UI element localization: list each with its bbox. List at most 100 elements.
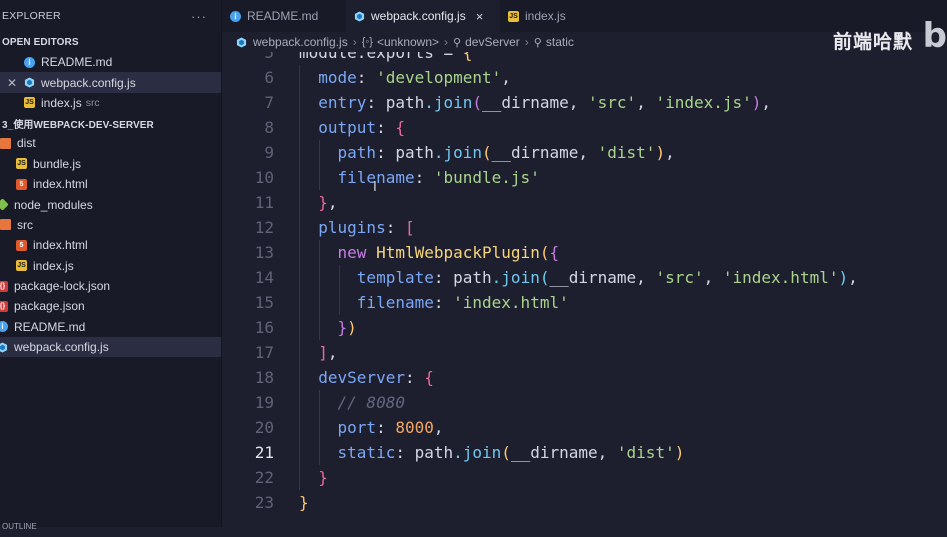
webpack-icon xyxy=(0,342,8,353)
code-token: path xyxy=(337,143,377,162)
chevron-right-icon: › xyxy=(444,35,449,49)
code-token: ) xyxy=(674,443,685,462)
code-token: 'src' xyxy=(588,93,637,112)
tab-close-icon[interactable]: × xyxy=(476,9,484,24)
tree-item[interactable]: node_modules xyxy=(0,194,221,214)
tab-label: index.js xyxy=(525,9,566,23)
code-token: , xyxy=(501,68,511,87)
code-token: ) xyxy=(347,318,357,337)
tree-item[interactable]: JS bundle.js xyxy=(0,154,221,174)
wrench-icon: ⚲ xyxy=(533,36,542,49)
tree-item[interactable]: i README.md xyxy=(0,317,221,337)
code-token: : xyxy=(366,93,386,112)
code-token: 'dist' xyxy=(616,443,675,462)
code-editor[interactable]: 5 module.exports = {6 mode: 'development'… xyxy=(222,52,947,527)
breadcrumb-item[interactable]: webpack.config.js xyxy=(253,35,348,49)
code-token: ( xyxy=(472,93,483,112)
tree-item[interactable]: dist xyxy=(0,133,221,153)
breadcrumb-item[interactable]: static xyxy=(546,35,574,49)
code-token: , xyxy=(433,418,444,437)
project-section[interactable]: 3_使用WEBPACK-DEV-SERVER xyxy=(0,113,221,133)
tree-item[interactable]: JS index.js xyxy=(0,256,221,276)
code-text: mode: 'development', xyxy=(299,65,511,90)
more-actions-icon[interactable]: ··· xyxy=(191,9,207,24)
code-token: , xyxy=(327,343,338,362)
tree-item[interactable]: {} package.json xyxy=(0,296,221,316)
bilibili-logo: b xyxy=(922,16,947,56)
open-editor-item[interactable]: JS index.js src xyxy=(0,93,221,113)
text-cursor-icon: Ι xyxy=(373,180,377,195)
tree-item[interactable]: src xyxy=(0,215,221,235)
chevron-right-icon: › xyxy=(352,35,357,49)
code-token: path xyxy=(453,268,492,287)
code-token: 'index.js' xyxy=(655,93,752,112)
tab-webpack-config-js[interactable]: webpack.config.js × xyxy=(346,0,500,32)
code-token: . xyxy=(356,52,367,62)
tree-item[interactable]: webpack.config.js xyxy=(0,337,221,358)
line-number: 23 xyxy=(254,493,274,512)
open-editors-section[interactable]: OPEN EDITORS xyxy=(0,32,221,52)
tree-item-label: src xyxy=(17,217,33,232)
code-token: ) xyxy=(751,93,762,112)
line-number: 19 xyxy=(254,393,274,412)
code-token: , xyxy=(703,268,723,287)
line-number: 7 xyxy=(264,93,274,112)
code-text: }) xyxy=(299,315,357,340)
code-token: . xyxy=(453,443,463,462)
folder-icon xyxy=(0,219,11,231)
code-token: { xyxy=(395,118,405,137)
line-number: 13 xyxy=(254,243,274,262)
code-token: 'src' xyxy=(655,268,704,287)
line-number: 11 xyxy=(254,193,274,212)
code-token: __dirname xyxy=(510,443,598,462)
tree-item[interactable]: 5 index.html xyxy=(0,235,221,255)
info-icon: i xyxy=(0,321,8,333)
code-text: entry: path.join(__dirname, 'src', 'inde… xyxy=(299,90,771,115)
code-token: : xyxy=(376,418,396,437)
breadcrumb-item[interactable]: <unknown> xyxy=(377,35,439,49)
code-token: 'index.html' xyxy=(722,268,839,287)
code-token: mode xyxy=(318,68,357,87)
code-text: }, xyxy=(299,190,337,215)
outline-section[interactable]: OUTLINE xyxy=(0,519,221,531)
line-number: 6 xyxy=(264,68,274,87)
line-number: 18 xyxy=(254,368,274,387)
tab-index-js[interactable]: JS index.js xyxy=(500,0,600,32)
code-token: } xyxy=(337,318,348,337)
explorer-title: EXPLORER xyxy=(2,10,61,22)
code-token: 8000 xyxy=(395,418,434,437)
code-token: devServer xyxy=(318,368,405,387)
chevron-right-icon: › xyxy=(524,35,529,49)
tree-item-label: dist xyxy=(17,136,36,151)
code-token: = xyxy=(433,52,463,62)
line-number: 15 xyxy=(254,293,274,312)
open-editor-label: index.js xyxy=(41,95,82,110)
breadcrumb-item[interactable]: devServer xyxy=(465,35,520,49)
open-editor-hint: src xyxy=(85,96,100,109)
open-editor-item[interactable]: i README.md xyxy=(0,52,221,72)
code-text: } xyxy=(299,490,309,515)
open-editor-item[interactable]: ✕ webpack.config.js xyxy=(0,72,221,93)
code-token: filename xyxy=(356,293,434,312)
code-token: } xyxy=(318,193,328,212)
code-token: [ xyxy=(404,218,415,237)
tree-item[interactable]: {} package-lock.json xyxy=(0,276,221,296)
node-icon xyxy=(0,198,9,211)
tab-readme-md[interactable]: i README.md xyxy=(222,0,346,32)
explorer-sidebar: EXPLORER ··· OPEN EDITORS i README.md ✕ web… xyxy=(0,0,222,527)
code-text: template: path.join(__dirname, 'src', 'i… xyxy=(299,265,858,290)
close-icon[interactable]: ✕ xyxy=(7,76,17,90)
tree-item-label: package.json xyxy=(14,299,85,314)
code-token: : xyxy=(395,443,415,462)
code-token: plugins xyxy=(318,218,386,237)
code-token: path xyxy=(414,443,454,462)
code-token: . xyxy=(433,143,444,162)
code-token: , xyxy=(665,143,675,162)
code-text: static: path.join(__dirname, 'dist') xyxy=(299,440,685,465)
code-text: module.exports = { xyxy=(299,52,472,65)
tree-item-label: webpack.config.js xyxy=(14,340,109,355)
code-text: } xyxy=(299,465,328,490)
tree-item[interactable]: 5 index.html xyxy=(0,174,221,194)
code-token: : xyxy=(356,68,377,87)
code-token: ( xyxy=(482,143,492,162)
